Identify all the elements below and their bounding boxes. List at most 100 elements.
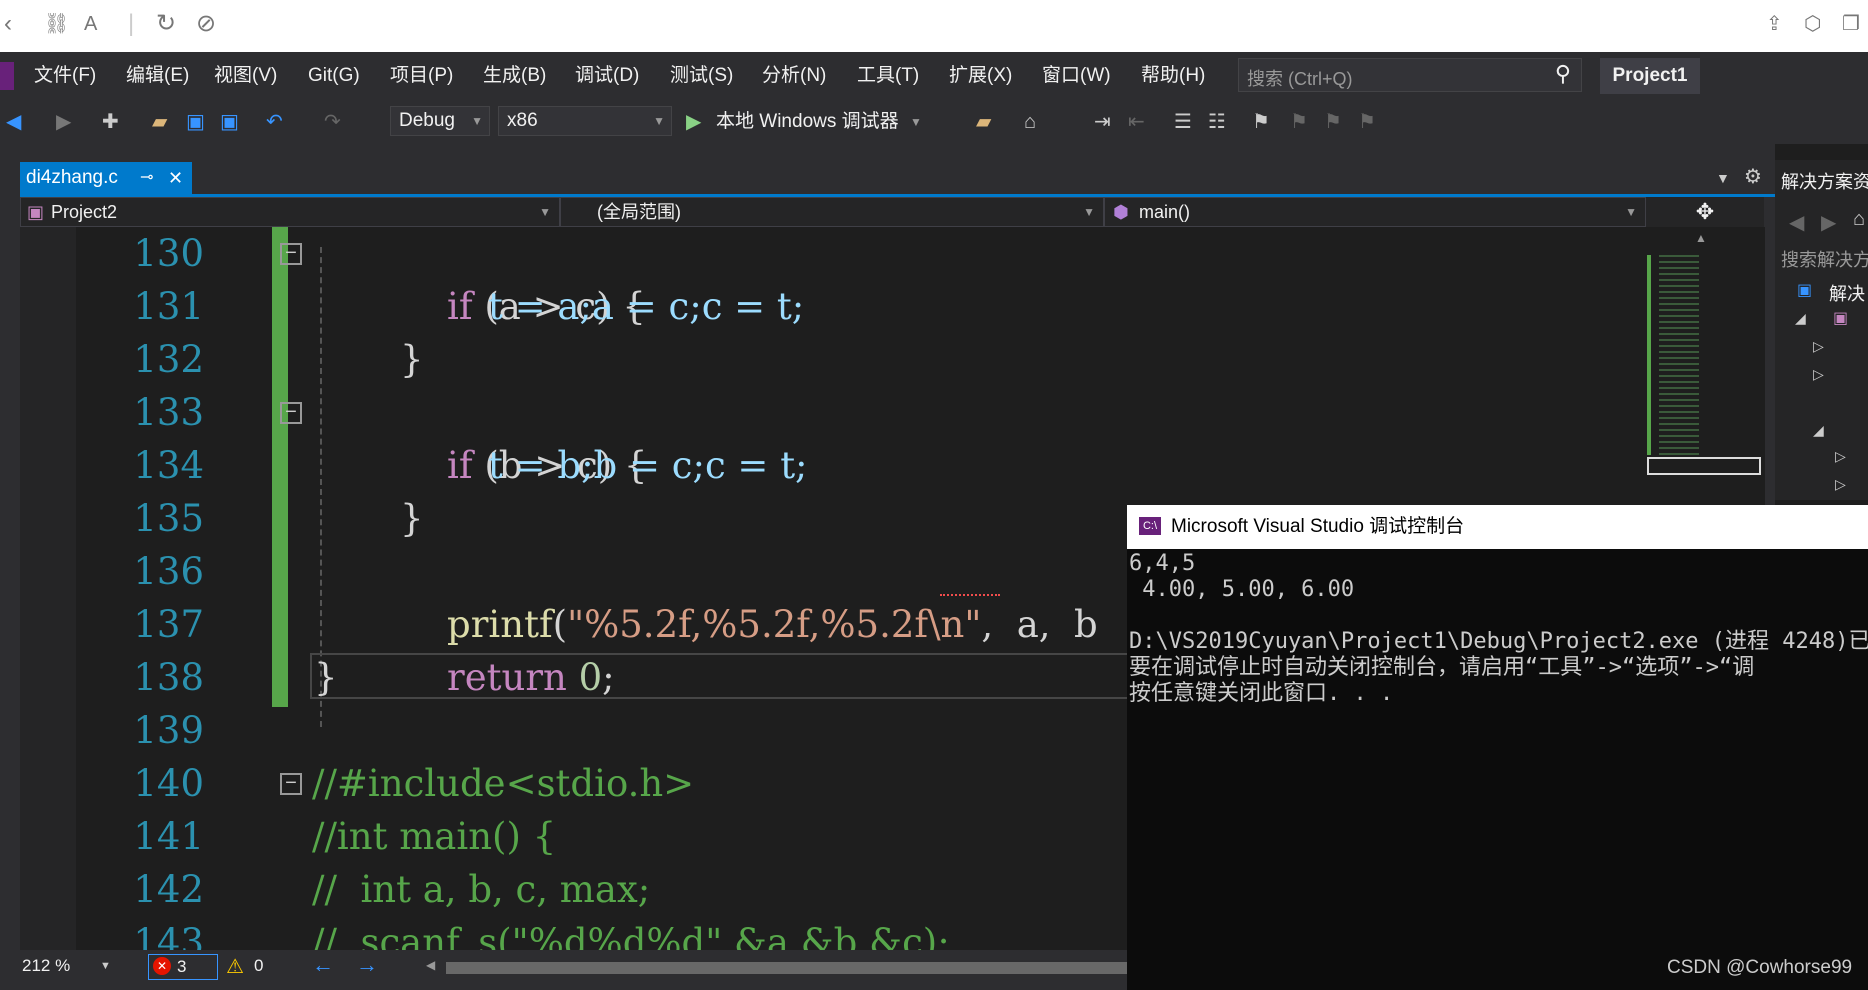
vs-logo-icon (0, 62, 14, 90)
menu-view[interactable]: 视图(V) (214, 64, 277, 88)
window-icon[interactable]: ❐ (1842, 10, 1860, 38)
minimap-scroll-up-icon[interactable]: ▲ (1695, 231, 1707, 245)
solution-root[interactable]: 解决 (1829, 280, 1865, 306)
next-bookmark-icon[interactable]: ⚑ (1324, 110, 1342, 134)
browser-toolbar: ‹ ⛓ A | ↻ ⊘ ⇪ ⬡ ❐ (0, 0, 1868, 53)
platform-select[interactable]: x86 ▼ (498, 106, 672, 136)
code-line-132: } (400, 338, 424, 381)
error-count[interactable]: ✕ 3 (148, 954, 218, 980)
undo-icon[interactable]: ↶ (266, 110, 283, 134)
menu-analyze[interactable]: 分析(N) (762, 64, 826, 88)
menu-window[interactable]: 窗口(W) (1042, 64, 1111, 88)
read-aloud-icon[interactable]: A (84, 10, 97, 38)
chevron-down-icon: ▼ (1625, 205, 1637, 219)
horizontal-scrollbar[interactable] (446, 962, 1146, 974)
box-icon[interactable]: ⬡ (1804, 10, 1821, 38)
gear-icon[interactable]: ⚙ (1744, 164, 1762, 189)
watermark: CSDN @Cowhorse99 (1667, 957, 1853, 978)
comment-icon[interactable]: ☰ (1174, 110, 1192, 134)
share-icon[interactable]: ⇪ (1766, 10, 1783, 38)
minimap[interactable]: ▲ (1645, 227, 1765, 507)
prev-bookmark-icon[interactable]: ⚑ (1290, 110, 1308, 134)
scroll-left-icon[interactable]: ◀ (426, 958, 435, 972)
tab-di4zhang[interactable]: di4zhang.c ⊸ ✕ (20, 162, 192, 194)
navigate-back-icon[interactable]: ◀ (6, 110, 21, 134)
tree-expand-icon[interactable]: ◢ (1813, 422, 1824, 439)
menu-project[interactable]: 项目(P) (390, 64, 453, 88)
clear-bookmarks-icon[interactable]: ⚑ (1358, 110, 1376, 134)
debug-console-window[interactable]: C:\ Microsoft Visual Studio 调试控制台 6,4,5 … (1127, 505, 1868, 990)
minimap-viewport[interactable] (1647, 457, 1761, 475)
back-icon[interactable]: ‹ (4, 10, 12, 38)
link-icon[interactable]: ⛓ (44, 10, 69, 38)
run-dropdown-icon[interactable]: ▼ (910, 110, 922, 134)
scope-dropdown[interactable]: (全局范围) ▼ (560, 197, 1104, 227)
close-icon[interactable]: ✕ (168, 162, 183, 194)
platform-value: x86 (507, 110, 538, 131)
configuration-select[interactable]: Debug ▼ (390, 106, 490, 136)
menu-help[interactable]: 帮助(H) (1141, 64, 1205, 88)
solution-search[interactable]: 搜索解决方 (1781, 246, 1868, 272)
bookmark-icon[interactable]: ⚑ (1252, 110, 1270, 134)
forward-icon[interactable]: ▶ (1821, 210, 1836, 235)
menu-file[interactable]: 文件(F) (34, 64, 96, 88)
uncomment-icon[interactable]: ☷ (1208, 110, 1226, 134)
menu-build[interactable]: 生成(B) (483, 64, 546, 88)
code-line-135: } (400, 497, 424, 540)
zoom-dropdown-icon[interactable]: ▼ (100, 960, 111, 972)
start-debug-icon[interactable]: ▶ (686, 110, 701, 134)
collapse-icon[interactable]: − (280, 243, 302, 265)
warning-count[interactable]: 0 (254, 956, 263, 976)
compass-icon[interactable]: ⊘ (196, 10, 216, 38)
outdent-icon[interactable]: ⇤ (1128, 110, 1145, 134)
menu-tools[interactable]: 工具(T) (857, 64, 919, 88)
folder-icon[interactable]: ▰ (976, 110, 991, 134)
search-box[interactable]: 搜索 (Ctrl+Q) ⚲ (1238, 58, 1582, 92)
tab-list-dropdown-icon[interactable]: ▼ (1716, 170, 1730, 186)
warning-icon[interactable]: ⚠ (226, 954, 244, 979)
save-icon[interactable]: ▣ (186, 110, 205, 134)
redo-icon[interactable]: ↷ (324, 110, 341, 134)
project-icon: ▣ (27, 202, 45, 222)
next-issue-icon[interactable]: → (356, 952, 378, 978)
indent-icon[interactable]: ⇥ (1094, 110, 1111, 134)
collapse-icon[interactable]: − (280, 402, 302, 424)
menu-edit[interactable]: 编辑(E) (126, 64, 189, 88)
menu-test[interactable]: 测试(S) (670, 64, 733, 88)
tree-expand-icon[interactable]: ▷ (1813, 338, 1824, 355)
refresh-icon[interactable]: ↻ (156, 10, 176, 38)
expand-icon[interactable]: ◢ (1795, 310, 1806, 327)
split-button[interactable]: ✥ (1646, 197, 1764, 227)
tab-label: di4zhang.c (26, 167, 118, 188)
open-file-icon[interactable]: ▰ (152, 110, 167, 134)
member-dropdown[interactable]: ⬢ main() ▼ (1104, 197, 1646, 227)
code-line-131: t = a;a = c;c = t; (488, 285, 805, 328)
navigate-forward-icon[interactable]: ▶ (56, 110, 71, 134)
string-literal: "%5.2f,%5.2f,%5.2f\n" (567, 603, 982, 646)
save-all-icon[interactable]: ▣ (220, 110, 239, 134)
menu-extensions[interactable]: 扩展(X) (949, 64, 1012, 88)
collapse-icon[interactable]: − (280, 773, 302, 795)
new-project-icon[interactable]: ✚ (102, 110, 119, 134)
line-number: 132 (133, 338, 204, 381)
menu-git[interactable]: Git(G) (308, 64, 360, 88)
solution-title: Project1 (1600, 58, 1700, 94)
prev-issue-icon[interactable]: ← (312, 952, 334, 978)
tree-expand-icon[interactable]: ▷ (1835, 476, 1846, 493)
search-placeholder: 搜索 (Ctrl+Q) (1247, 69, 1353, 89)
code-text: , a, b (981, 603, 1098, 646)
back-icon[interactable]: ◀ (1789, 210, 1804, 235)
project-dropdown[interactable]: ▣ Project2 ▼ (20, 197, 560, 227)
console-title-bar[interactable]: C:\ Microsoft Visual Studio 调试控制台 (1127, 505, 1868, 549)
pin-icon[interactable]: ⊸ (140, 162, 153, 194)
home-icon[interactable]: ⌂ (1853, 208, 1865, 231)
start-debug-button[interactable]: 本地 Windows 调试器 (716, 110, 899, 134)
left-strip (0, 144, 20, 990)
tree-expand-icon[interactable]: ▷ (1835, 448, 1846, 465)
tree-expand-icon[interactable]: ▷ (1813, 366, 1824, 383)
zoom-level[interactable]: 212 % (22, 956, 70, 976)
home-icon[interactable]: ⌂ (1024, 110, 1036, 134)
search-icon[interactable]: ⚲ (1555, 61, 1571, 87)
line-number: 136 (133, 550, 204, 593)
menu-debug[interactable]: 调试(D) (575, 64, 639, 88)
